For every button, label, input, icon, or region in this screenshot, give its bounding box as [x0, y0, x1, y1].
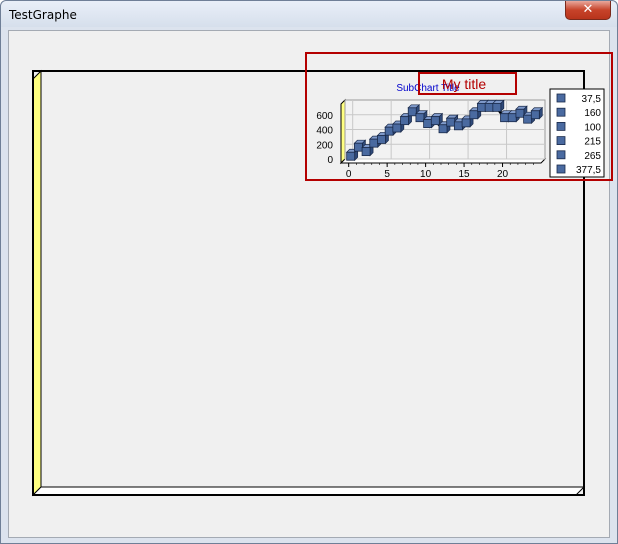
- legend-marker: [556, 107, 566, 117]
- subchart-x-tick-label: 10: [420, 169, 432, 180]
- subchart-data-marker: [423, 119, 433, 128]
- legend-marker: [556, 122, 566, 131]
- legend-label: 215: [584, 137, 601, 148]
- subchart-left-wall: [340, 98, 346, 165]
- subchart: 0 5 10 15 20 0200400600 SubChart Title 37,51…: [316, 83, 605, 180]
- subchart-data-marker: [377, 135, 386, 144]
- subchart-data-marker: [384, 126, 394, 136]
- subchart-data-marker: [346, 151, 356, 161]
- subchart-floor: [339, 158, 547, 164]
- subchart-y-tick-label: 600: [316, 111, 333, 122]
- subchart-data-marker: [400, 116, 409, 126]
- subchart-x-tick-label: 5: [384, 169, 390, 180]
- main-chart-left-wall: [32, 69, 42, 497]
- main-chart-title: My title: [442, 76, 487, 92]
- subchart-x-tick-label: 20: [497, 169, 509, 180]
- legend-label: 100: [584, 122, 601, 133]
- legend-marker: [556, 93, 566, 103]
- subchart-data-marker: [430, 116, 440, 126]
- legend-marker: [556, 136, 566, 146]
- subchart-data-marker: [500, 113, 509, 123]
- subchart-x-tick-label: 0: [346, 169, 352, 180]
- subchart-data-marker: [361, 147, 371, 157]
- subchart-data-marker: [484, 102, 494, 112]
- subchart-data-marker: [492, 102, 502, 112]
- subchart-y-tick-label: 0: [327, 155, 333, 166]
- subchart-data-marker: [353, 142, 363, 152]
- subchart-data-marker: [530, 110, 540, 120]
- subchart-data-marker: [369, 138, 379, 148]
- legend-label: 265: [584, 151, 601, 162]
- legend-marker: [556, 150, 566, 160]
- subchart-y-ticks: 0 200 400 600: [316, 111, 333, 166]
- subchart-y-tick-label: 400: [316, 126, 333, 137]
- subchart-data-marker: [407, 107, 417, 117]
- subchart-data-marker: [515, 108, 525, 118]
- subchart-data-marker: [469, 110, 479, 120]
- legend-marker: [556, 164, 566, 174]
- subchart-data-marker: [415, 113, 425, 123]
- subchart-data-marker: [477, 102, 486, 112]
- subchart-data-marker: [507, 113, 517, 123]
- legend-label: 37,5: [582, 94, 602, 105]
- legend-label: 377,5: [576, 165, 601, 176]
- subchart-data-marker: [446, 117, 456, 127]
- subchart-y-tick-label: 200: [316, 140, 333, 151]
- main-chart-floor: [31, 486, 586, 496]
- subchart-data-marker: [523, 114, 533, 124]
- subchart-data-marker: [392, 123, 402, 133]
- legend-label: 160: [584, 108, 601, 119]
- subchart-data-marker: [461, 118, 471, 128]
- chart-canvas: 0 5 10 15 20 0200400600 SubChart Title 37,51…: [31, 52, 613, 497]
- subchart-data-marker: [453, 121, 463, 131]
- subchart-data-marker: [438, 124, 448, 134]
- subchart-x-ticks: 0 5 10 15 20: [346, 163, 534, 180]
- subchart-x-tick-label: 15: [459, 169, 471, 180]
